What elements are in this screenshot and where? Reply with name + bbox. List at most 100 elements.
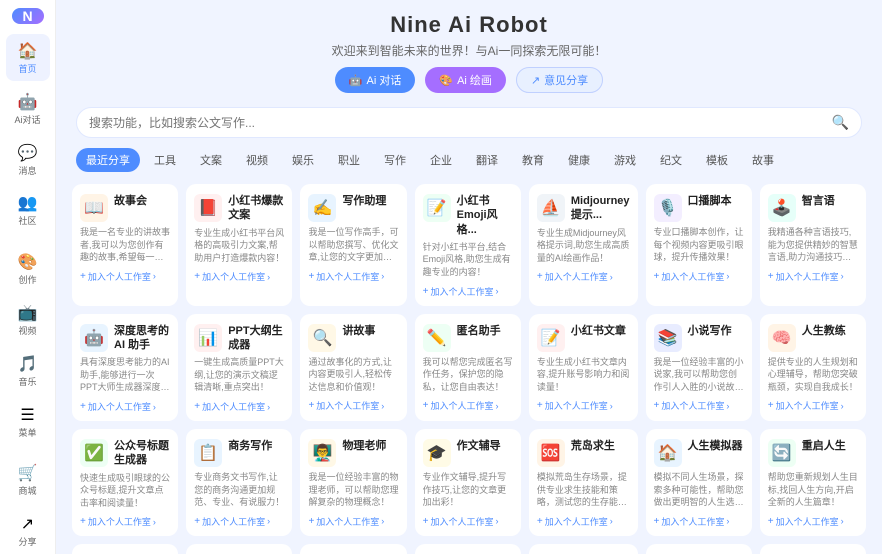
robot-icon: 🤖 bbox=[17, 91, 39, 113]
card-item[interactable]: 📝 小红书Emoji风格... 针对小红书平台,结合Emoji风格,助您生成有趣… bbox=[415, 184, 521, 306]
chevron-right-icon: › bbox=[841, 516, 844, 526]
card-header: 📝 小红书文章 bbox=[537, 324, 630, 352]
card-footer[interactable]: + 加入个人工作室 › bbox=[80, 515, 170, 528]
card-footer[interactable]: + 加入个人工作室 › bbox=[768, 399, 858, 412]
card-item[interactable]: 📚 小说写作 我是一位经验丰富的小说家,我可以帮助您创作引人入胜的小说故事！ +… bbox=[646, 314, 752, 421]
sidebar-item-share[interactable]: ↗ 分享 bbox=[6, 507, 50, 554]
cat-tab-tools[interactable]: 工具 bbox=[144, 148, 186, 172]
cat-tab-video[interactable]: 视频 bbox=[236, 148, 278, 172]
card-item[interactable]: 📋 商务写作 专业商务文书写作,让您的商务沟通更加规范、专业、有说服力！ + 加… bbox=[186, 429, 292, 536]
ai-chat-button[interactable]: 🤖 Ai 对话 bbox=[335, 67, 416, 93]
cat-tab-game[interactable]: 游戏 bbox=[604, 148, 646, 172]
card-footer[interactable]: + 加入个人工作室 › bbox=[654, 515, 744, 528]
card-item[interactable]: 📅 年终总结 帮助您系统梳理年度工作成果，撰写专业的年终总结报告！ + 加入个人… bbox=[300, 544, 406, 554]
card-header: 👨‍🏫 物理老师 bbox=[308, 439, 398, 467]
sidebar-item-label: 视频 bbox=[18, 326, 36, 337]
card-item[interactable]: ✅ 公众号标题生成器 快速生成吸引眼球的公众号标题,提升文章点击率和阅读量！ +… bbox=[72, 429, 178, 536]
card-item[interactable]: 🎙️ 口播脚本 专业口播脚本创作，让每个视频内容更吸引眼球，提升传播效果！ + … bbox=[646, 184, 752, 306]
cat-tab-education[interactable]: 教育 bbox=[512, 148, 554, 172]
card-item[interactable]: 🏠 人生模拟器 模拟不同人生场景，探索多种可能性，帮助您做出更明智的人生选择！ … bbox=[646, 429, 752, 536]
card-item[interactable]: 🔄 重启人生 帮助您重新规划人生目标,找回人生方向,开启全新的人生篇章！ + 加… bbox=[760, 429, 866, 536]
cat-tab-story[interactable]: 故事 bbox=[742, 148, 784, 172]
card-item[interactable]: 👨‍🏫 物理老师 我是一位经验丰富的物理老师，可以帮助您理解复杂的物理概念！ +… bbox=[300, 429, 406, 536]
card-icon: 🎓 bbox=[423, 439, 451, 467]
cat-tab-memo[interactable]: 纪文 bbox=[650, 148, 692, 172]
cat-tab-write2[interactable]: 写作 bbox=[374, 148, 416, 172]
cat-tab-all[interactable]: 最近分享 bbox=[76, 148, 140, 172]
share-button[interactable]: ↗ 意见分享 bbox=[516, 67, 603, 93]
sidebar-item-music[interactable]: 🎵 音乐 bbox=[6, 347, 50, 394]
card-item[interactable]: 🔍 讲故事 通过故事化的方式,让内容更吸引人,轻松传达信息和价值观！ + 加入个… bbox=[300, 314, 406, 421]
card-item[interactable]: 🎓 作文辅导 专业作文辅导,提升写作技巧,让您的文章更加出彩！ + 加入个人工作… bbox=[415, 429, 521, 536]
add-icon: + bbox=[194, 401, 200, 412]
card-item[interactable]: ✖ 驼峰变量名器 快速将中文或其他格式转换为驼峰命名法的变量名，提升编程效率！ … bbox=[72, 544, 178, 554]
card-item[interactable]: ✍️ 写作助理 我是一位写作高手，可以帮助您撰写、优化文章,让您的文字更加生动有… bbox=[300, 184, 406, 306]
cat-tab-company[interactable]: 企业 bbox=[420, 148, 462, 172]
cat-tab-translate[interactable]: 翻译 bbox=[466, 148, 508, 172]
card-footer[interactable]: + 加入个人工作室 › bbox=[423, 399, 513, 412]
card-item[interactable]: 📊 PPT大纲生成器 一键生成高质量PPT大纲,让您的演示文稿逻辑清晰,重点突出… bbox=[186, 314, 292, 421]
sidebar-item-create[interactable]: 🎨 创作 bbox=[6, 245, 50, 292]
card-item[interactable]: 📈 SEO营销专家 提供专业SEO优化策略和营销方案,帮助您提升网站排名和流量！… bbox=[415, 544, 521, 554]
card-icon: 📖 bbox=[80, 194, 108, 222]
card-footer[interactable]: + 加入个人工作室 › bbox=[308, 270, 398, 283]
card-footer-label: 加入个人工作室 bbox=[545, 515, 608, 528]
cat-tab-writing[interactable]: 文案 bbox=[190, 148, 232, 172]
card-footer[interactable]: + 加入个人工作室 › bbox=[654, 399, 744, 412]
card-item[interactable]: 🤖 深度思考的 AI 助手 具有深度思考能力的AI助手,能够进行一次PPT大师生… bbox=[72, 314, 178, 421]
ai-draw-button[interactable]: 🎨 Ai 绘画 bbox=[425, 67, 506, 93]
card-footer[interactable]: + 加入个人工作室 › bbox=[537, 399, 630, 412]
search-input[interactable] bbox=[89, 116, 832, 130]
card-item[interactable]: 🚶 穿越种田模拟 穿越到古代，体验种田生活的乐趣，探索古代农业文明的魅力！ + … bbox=[186, 544, 292, 554]
sidebar-item-label: 首页 bbox=[18, 64, 36, 75]
card-footer-label: 加入个人工作室 bbox=[661, 399, 724, 412]
sidebar-item-shop[interactable]: 🛒 商城 bbox=[6, 456, 50, 503]
card-footer[interactable]: + 加入个人工作室 › bbox=[308, 399, 398, 412]
card-item[interactable]: 📝 小红书文章 专业生成小红书文章内容,提升账号影响力和阅读量！ + 加入个人工… bbox=[529, 314, 638, 421]
card-item[interactable]: 🎭 诗人 我是一位才华横溢的诗人,能为您创作各种风格的诗歌作品！ + 加入个人工… bbox=[529, 544, 638, 554]
card-item[interactable]: 🖊️ 哲学老师 深度解析哲学思想,引导您探索人生真理,开拓思维视野！ + 加入个… bbox=[646, 544, 752, 554]
sidebar-item-menu[interactable]: ☰ 菜单 bbox=[6, 398, 50, 445]
sidebar-item-label: Ai对话 bbox=[14, 115, 40, 126]
card-item[interactable]: 📕 小红书爆款文案 专业生成小红书平台风格的高吸引力文案,帮助用户打造爆款内容！… bbox=[186, 184, 292, 306]
card-header: 🔍 讲故事 bbox=[308, 324, 398, 352]
card-header: 🕹️ 智言语 bbox=[768, 194, 858, 222]
card-footer[interactable]: + 加入个人工作室 › bbox=[423, 515, 513, 528]
card-item[interactable]: 📖 故事会 我是一名专业的讲故事者,我可以为您创作有趣的故事,希望每一个故事都能… bbox=[72, 184, 178, 306]
card-desc: 具有深度思考能力的AI助手,能够进行一次PPT大师生成器深度分析,助您解决复杂问… bbox=[80, 356, 170, 394]
card-item[interactable]: 🧮 数学老师 我是一位专业的数学老师,可以帮助您解答各种数学问题！ + 加入个人… bbox=[760, 544, 866, 554]
card-footer[interactable]: + 加入个人工作室 › bbox=[80, 270, 170, 283]
card-footer-label: 加入个人工作室 bbox=[545, 399, 608, 412]
card-footer[interactable]: + 加入个人工作室 › bbox=[654, 270, 744, 283]
card-item[interactable]: ✏️ 匿名助手 我可以帮您完成匿名写作任务，保护您的隐私，让您自由表达！ + 加… bbox=[415, 314, 521, 421]
card-header: ✅ 公众号标题生成器 bbox=[80, 439, 170, 468]
card-item[interactable]: 🕹️ 智言语 我精通各种言语技巧,能为您提供精妙的智慧言语,助力沟通技巧提升！ … bbox=[760, 184, 866, 306]
cat-tab-entertainment[interactable]: 娱乐 bbox=[282, 148, 324, 172]
card-item[interactable]: 🧠 人生教练 提供专业的人生规划和心理辅导，帮助您突破瓶颈，实现自我成长！ + … bbox=[760, 314, 866, 421]
card-footer[interactable]: + 加入个人工作室 › bbox=[768, 270, 858, 283]
card-footer[interactable]: + 加入个人工作室 › bbox=[537, 270, 630, 283]
cat-tab-job[interactable]: 职业 bbox=[328, 148, 370, 172]
cat-tab-health[interactable]: 健康 bbox=[558, 148, 600, 172]
sidebar-item-community[interactable]: 👥 社区 bbox=[6, 186, 50, 233]
card-item[interactable]: ⛵ Midjourney提示... 专业生成Midjourney风格提示词,助您… bbox=[529, 184, 638, 306]
card-title: 商务写作 bbox=[228, 439, 284, 453]
card-icon: 📝 bbox=[423, 194, 451, 222]
card-footer-label: 加入个人工作室 bbox=[776, 515, 839, 528]
sidebar-item-ai[interactable]: 🤖 Ai对话 bbox=[6, 85, 50, 132]
cat-tab-template[interactable]: 模板 bbox=[696, 148, 738, 172]
sidebar-item-message[interactable]: 💬 消息 bbox=[6, 136, 50, 183]
sidebar-item-home[interactable]: 🏠 首页 bbox=[6, 34, 50, 81]
search-icon[interactable]: 🔍 bbox=[832, 114, 849, 131]
card-footer[interactable]: + 加入个人工作室 › bbox=[423, 285, 513, 298]
card-footer[interactable]: + 加入个人工作室 › bbox=[537, 515, 630, 528]
card-footer[interactable]: + 加入个人工作室 › bbox=[194, 270, 284, 283]
card-footer[interactable]: + 加入个人工作室 › bbox=[194, 515, 284, 528]
card-footer[interactable]: + 加入个人工作室 › bbox=[768, 515, 858, 528]
card-icon: ⛵ bbox=[537, 194, 565, 222]
sidebar-item-video[interactable]: 📺 视频 bbox=[6, 296, 50, 343]
card-footer[interactable]: + 加入个人工作室 › bbox=[194, 400, 284, 413]
card-footer[interactable]: + 加入个人工作室 › bbox=[80, 400, 170, 413]
card-item[interactable]: 🆘 荒岛求生 模拟荒岛生存场景，提供专业求生技能和策略，测试您的生存能力！ + … bbox=[529, 429, 638, 536]
card-footer[interactable]: + 加入个人工作室 › bbox=[308, 515, 398, 528]
